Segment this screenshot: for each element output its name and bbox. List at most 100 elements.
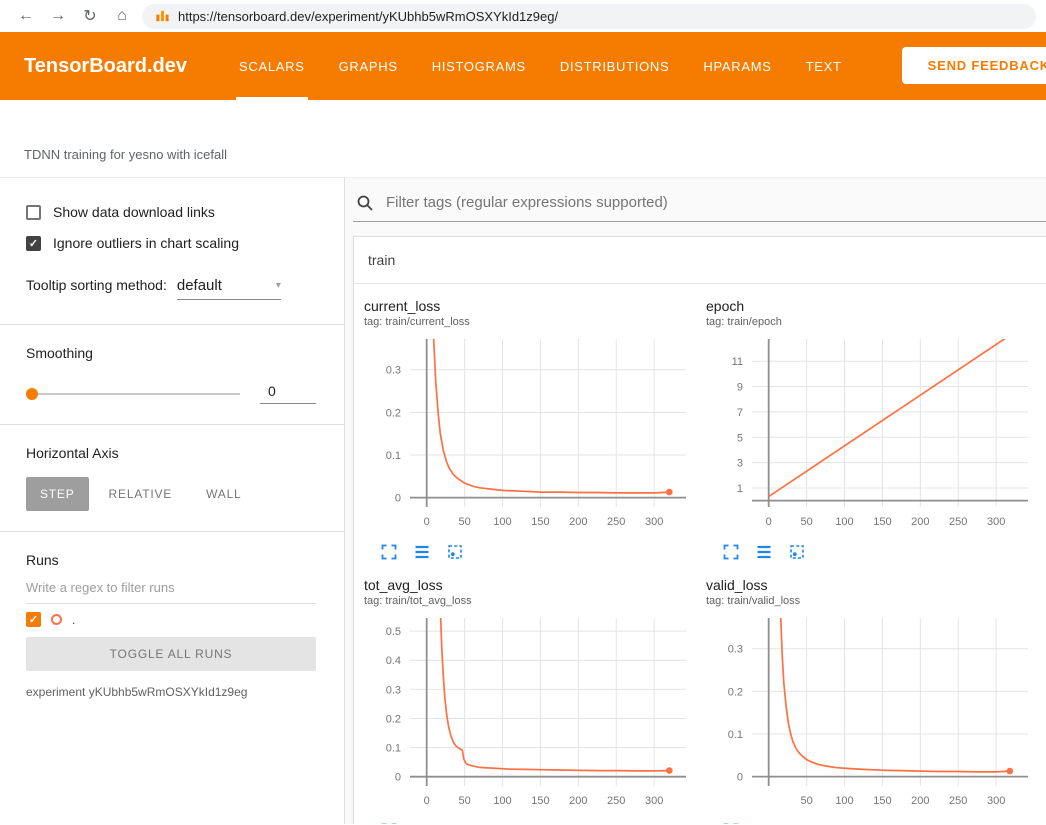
run-checkbox-icon[interactable] (26, 612, 41, 627)
toggle-all-runs-button[interactable]: TOGGLE ALL RUNS (26, 637, 316, 671)
svg-text:0: 0 (424, 516, 430, 528)
svg-text:5: 5 (737, 432, 743, 444)
svg-text:0: 0 (766, 516, 772, 528)
chart-tag: tag: train/epoch (706, 316, 1046, 328)
tab-graphs[interactable]: GRAPHS (339, 32, 398, 100)
browser-chrome: ← → ↻ ⌂ https://tensorboard.dev/experime… (0, 0, 1046, 32)
chart-toolbar (722, 543, 1046, 565)
filter-tags-input[interactable] (384, 193, 1046, 212)
fit-domain-icon[interactable] (446, 822, 464, 824)
svg-text:1: 1 (737, 483, 743, 495)
tooltip-sorting-select[interactable]: default ▾ (177, 277, 281, 300)
svg-text:300: 300 (987, 795, 1005, 807)
tab-scalars[interactable]: SCALARS (239, 32, 305, 100)
chart-plot-area[interactable]: 00.10.20.350100150200250300 (706, 612, 1038, 812)
tab-text[interactable]: TEXT (806, 32, 842, 100)
expand-icon[interactable] (722, 822, 740, 824)
axis-wall-button[interactable]: WALL (192, 477, 255, 511)
svg-text:200: 200 (911, 795, 929, 807)
app-header: TensorBoard.dev SCALARS GRAPHS HISTOGRAM… (0, 32, 1046, 100)
data-list-icon[interactable] (755, 822, 773, 824)
tab-distributions[interactable]: DISTRIBUTIONS (560, 32, 670, 100)
chart-tag: tag: train/current_loss (364, 316, 706, 328)
experiment-id-text: experiment yKUbhb5wRmOSXYkId1z9eg (26, 685, 316, 699)
svg-text:50: 50 (458, 795, 470, 807)
expand-icon[interactable] (380, 543, 398, 565)
data-list-icon[interactable] (755, 543, 773, 565)
tensorboard-logo[interactable]: TensorBoard.dev (24, 32, 187, 100)
chart-title: current_loss (364, 298, 706, 314)
chart-title: epoch (706, 298, 1046, 314)
smoothing-slider[interactable] (26, 393, 240, 395)
svg-text:11: 11 (732, 356, 743, 368)
chart-tot_avg_loss: tot_avg_losstag: train/tot_avg_loss00.10… (364, 577, 706, 824)
fit-domain-icon[interactable] (788, 543, 806, 565)
svg-text:0.1: 0.1 (728, 729, 743, 741)
svg-text:200: 200 (911, 516, 929, 528)
chart-plot-area[interactable]: 1357911050100150200250300 (706, 333, 1038, 533)
run-row[interactable]: . (26, 612, 316, 627)
experiment-title: TDNN training for yesno with icefall (24, 147, 227, 162)
svg-text:100: 100 (493, 795, 511, 807)
checkbox-label: Show data download links (53, 204, 215, 220)
smoothing-value[interactable]: 0 (260, 383, 316, 404)
svg-text:200: 200 (569, 795, 587, 807)
svg-text:0: 0 (395, 493, 401, 505)
checkbox-label: Ignore outliers in chart scaling (53, 235, 239, 251)
chart-toolbar (380, 543, 706, 565)
svg-text:0.4: 0.4 (386, 655, 401, 667)
chart-epoch: epochtag: train/epoch1357911050100150200… (706, 298, 1046, 565)
chart-title: tot_avg_loss (364, 577, 706, 593)
back-icon[interactable]: ← (10, 7, 42, 25)
svg-text:250: 250 (607, 795, 625, 807)
axis-step-button[interactable]: STEP (26, 477, 89, 511)
filter-tags-row (353, 184, 1046, 222)
svg-text:250: 250 (949, 795, 967, 807)
experiment-title-strip: TDNN training for yesno with icefall (0, 100, 1046, 178)
svg-text:0: 0 (737, 772, 743, 784)
data-list-icon[interactable] (413, 543, 431, 565)
forward-icon[interactable]: → (42, 7, 74, 25)
chart-tag: tag: train/valid_loss (706, 595, 1046, 607)
svg-text:100: 100 (835, 795, 853, 807)
tab-hparams[interactable]: HPARAMS (703, 32, 771, 100)
ignore-outliers-checkbox[interactable]: Ignore outliers in chart scaling (26, 235, 316, 251)
svg-text:300: 300 (987, 516, 1005, 528)
expand-icon[interactable] (722, 543, 740, 565)
tab-histograms[interactable]: HISTOGRAMS (432, 32, 526, 100)
tooltip-sorting-label: Tooltip sorting method: (26, 277, 167, 293)
reload-icon[interactable]: ↻ (74, 6, 106, 26)
fit-domain-icon[interactable] (446, 543, 464, 565)
chart-tag: tag: train/tot_avg_loss (364, 595, 706, 607)
show-download-links-checkbox[interactable]: Show data download links (26, 204, 316, 220)
svg-text:0.2: 0.2 (386, 713, 401, 725)
page: ← → ↻ ⌂ https://tensorboard.dev/experime… (0, 0, 1046, 825)
axis-relative-button[interactable]: RELATIVE (95, 477, 187, 511)
svg-text:50: 50 (800, 795, 812, 807)
svg-text:250: 250 (949, 516, 967, 528)
tooltip-sorting-value: default (177, 277, 222, 294)
svg-text:3: 3 (737, 458, 743, 470)
svg-text:300: 300 (645, 516, 663, 528)
chart-toolbar (722, 822, 1046, 824)
fit-domain-icon[interactable] (788, 822, 806, 824)
svg-text:150: 150 (531, 516, 549, 528)
tag-group-header[interactable]: train (354, 237, 1046, 284)
content: Show data download links Ignore outliers… (0, 178, 1046, 824)
checkbox-icon (26, 205, 41, 220)
svg-text:0.2: 0.2 (386, 407, 401, 419)
home-icon[interactable]: ⌂ (106, 7, 138, 25)
chart-plot-area[interactable]: 00.10.20.30.40.5050100150200250300 (364, 612, 696, 812)
expand-icon[interactable] (380, 822, 398, 824)
url-text: https://tensorboard.dev/experiment/yKUbh… (178, 9, 558, 24)
horizontal-axis-section: Horizontal Axis STEP RELATIVE WALL (26, 425, 316, 531)
svg-text:100: 100 (493, 516, 511, 528)
search-icon (356, 194, 374, 212)
runs-filter-input[interactable] (26, 568, 316, 604)
send-feedback-button[interactable]: SEND FEEDBACK (902, 47, 1046, 84)
run-color-swatch (51, 614, 62, 625)
slider-thumb[interactable] (26, 388, 38, 400)
data-list-icon[interactable] (413, 822, 431, 824)
address-bar[interactable]: https://tensorboard.dev/experiment/yKUbh… (142, 4, 1036, 29)
chart-plot-area[interactable]: 00.10.20.3050100150200250300 (364, 333, 696, 533)
